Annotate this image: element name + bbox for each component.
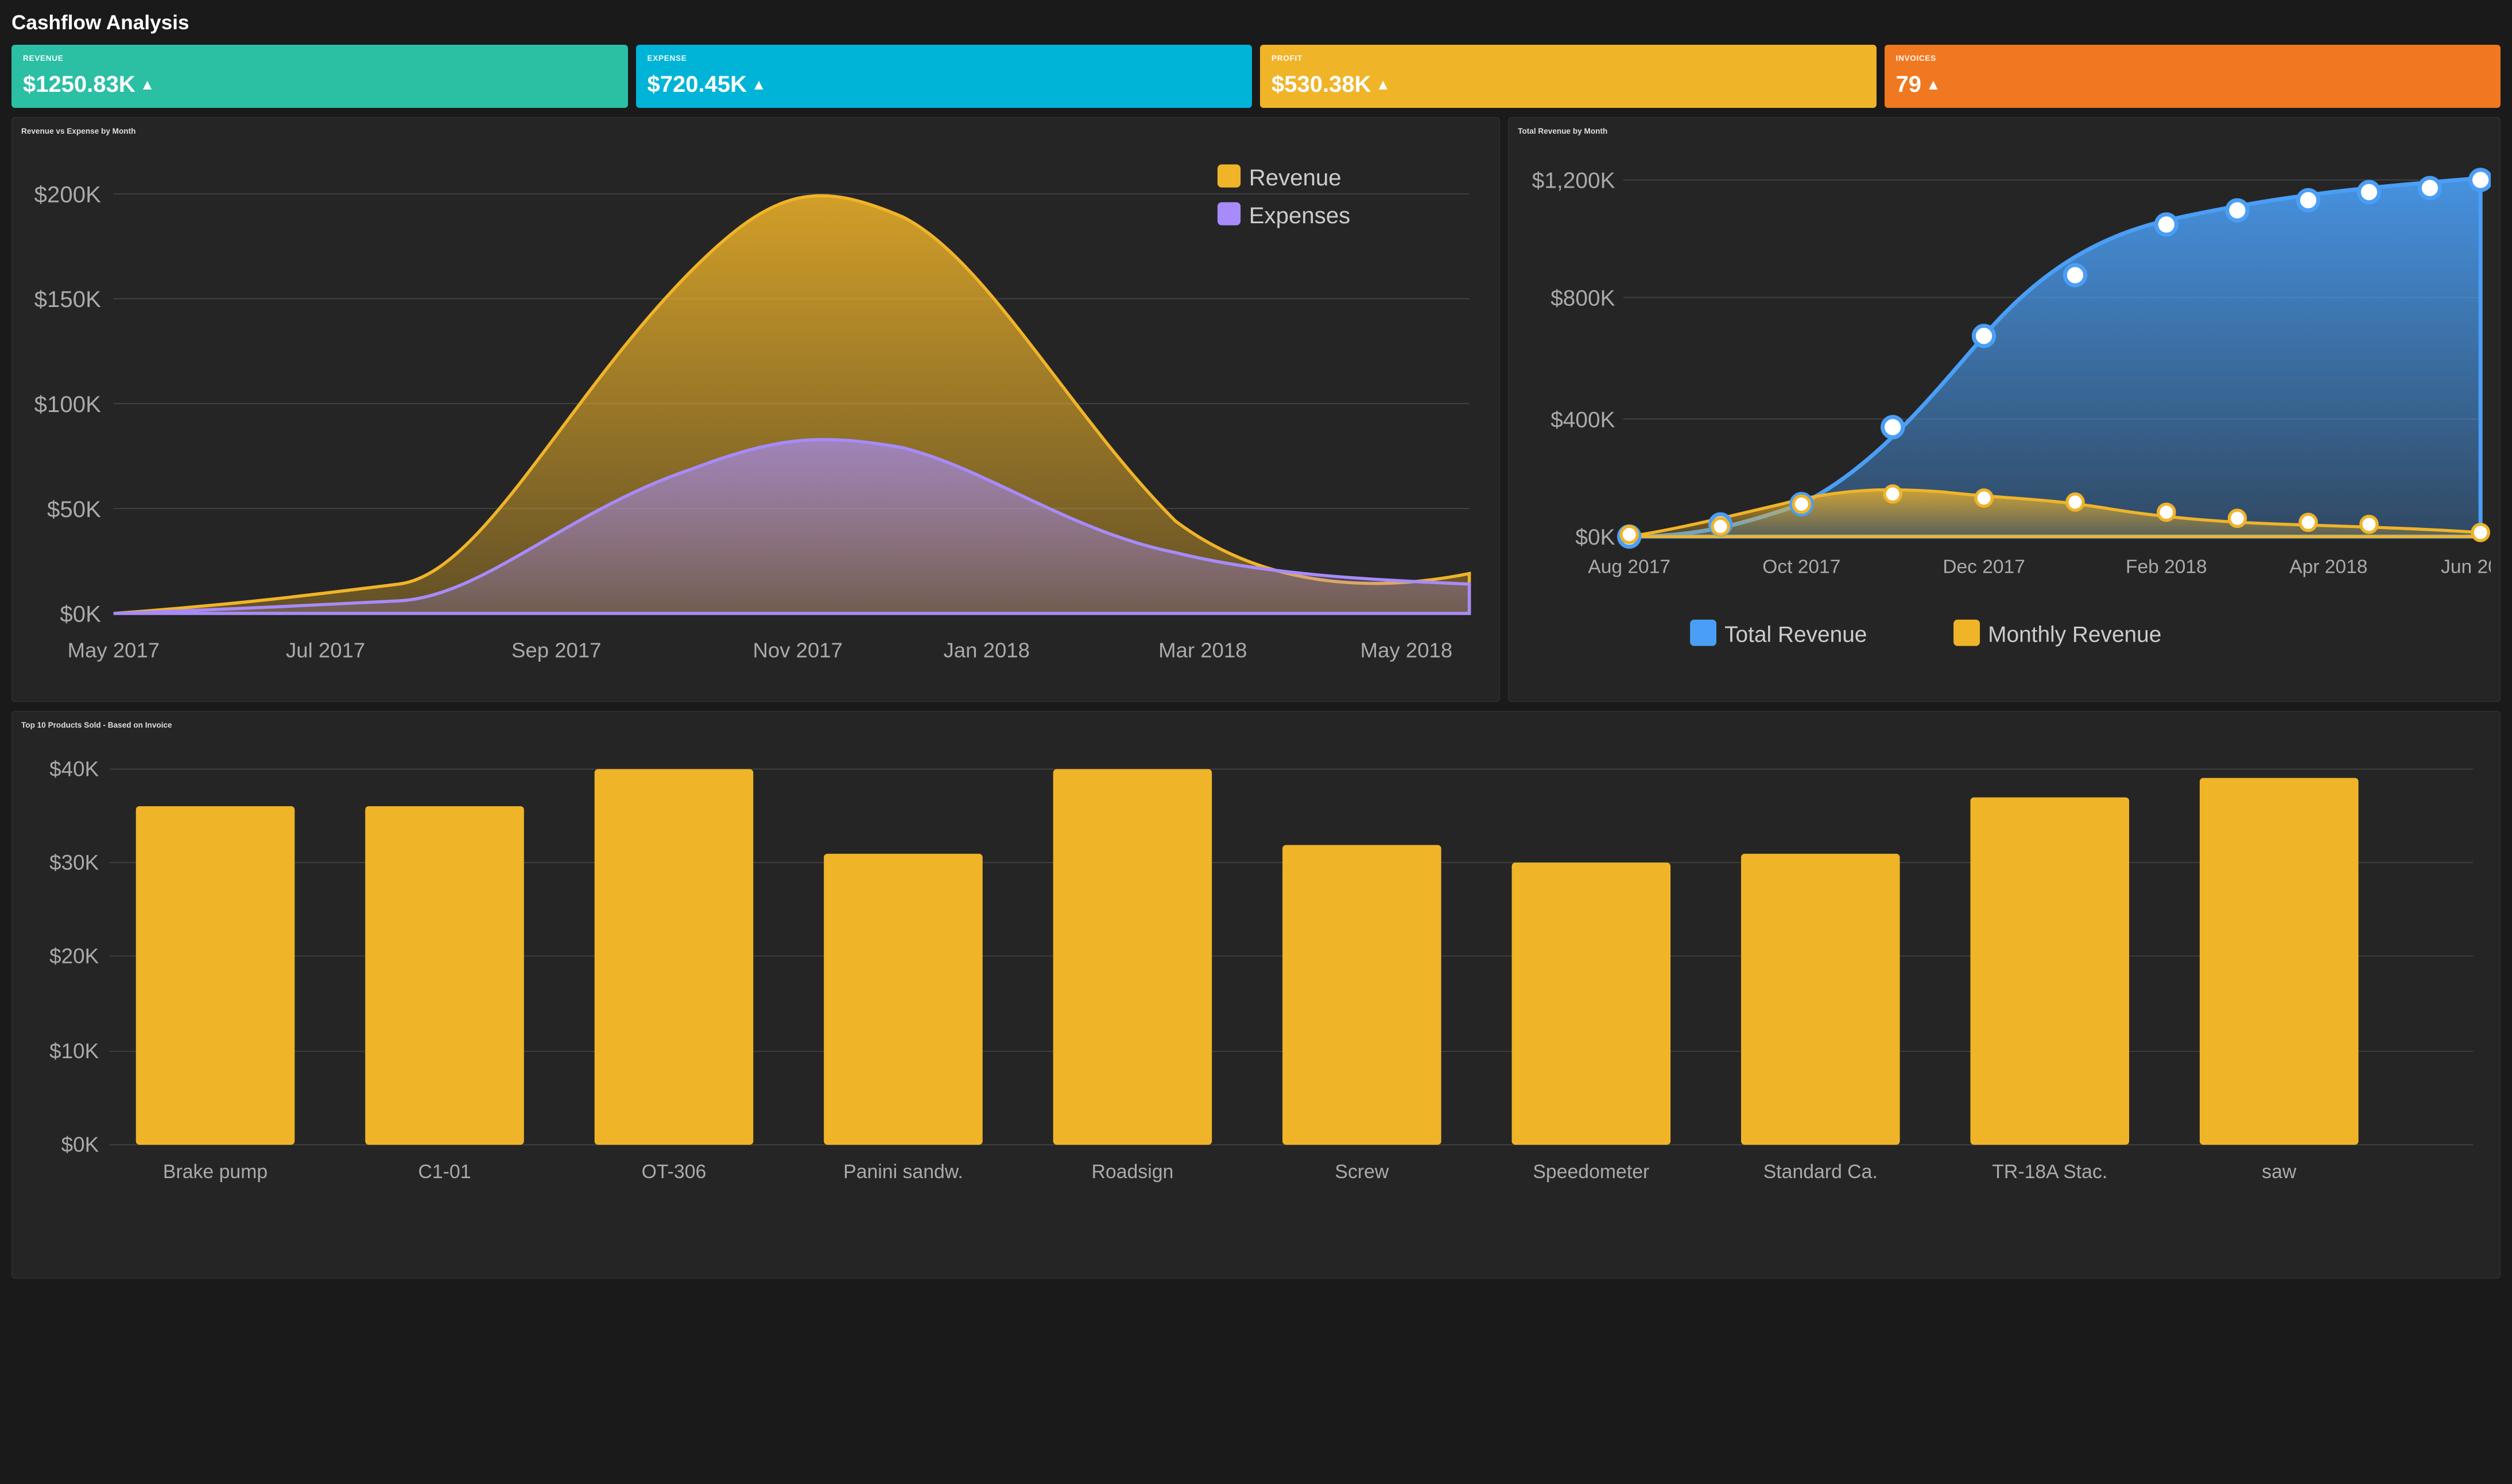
svg-text:$800K: $800K — [1550, 286, 1615, 310]
bar-brake-pump — [136, 806, 295, 1144]
svg-text:$200K: $200K — [34, 181, 101, 207]
bar-standard-ca — [1741, 853, 1900, 1144]
svg-text:Revenue: Revenue — [1249, 165, 1342, 191]
svg-text:$0K: $0K — [1576, 525, 1615, 550]
kpi-row: REVENUE $1250.83K ▲ EXPENSE $720.45K ▲ P… — [11, 45, 2501, 108]
page-title: Cashflow Analysis — [11, 11, 2501, 34]
kpi-arrow-profit: ▲ — [1375, 76, 1390, 94]
chart-total-revenue: Total Revenue by Month $1,200K $800K $40… — [1508, 117, 2501, 702]
svg-text:Nov 2017: Nov 2017 — [753, 639, 842, 662]
svg-text:Jun 2018: Jun 2018 — [2441, 557, 2491, 578]
chart1-svg: $200K $150K $100K $50K $0K — [21, 143, 1490, 689]
svg-text:Speedometer: Speedometer — [1533, 1161, 1649, 1183]
kpi-card-revenue: REVENUE $1250.83K ▲ — [11, 45, 628, 108]
kpi-card-expense: EXPENSE $720.45K ▲ — [636, 45, 1253, 108]
svg-text:$50K: $50K — [47, 496, 101, 522]
svg-text:May 2017: May 2017 — [68, 639, 160, 662]
chart2-svg: $1,200K $800K $400K $0K — [1518, 143, 2491, 670]
svg-text:$0K: $0K — [61, 1133, 99, 1156]
svg-text:$30K: $30K — [49, 850, 99, 874]
kpi-arrow-revenue: ▲ — [140, 76, 155, 94]
kpi-card-profit: PROFIT $530.38K ▲ — [1260, 45, 1877, 108]
bar-c1-01 — [365, 806, 524, 1144]
svg-text:Jan 2018: Jan 2018 — [944, 639, 1030, 662]
svg-text:Roadsign: Roadsign — [1092, 1161, 1174, 1183]
svg-text:$1,200K: $1,200K — [1532, 169, 1615, 193]
kpi-arrow-invoices: ▲ — [1926, 76, 1941, 94]
svg-text:Dec 2017: Dec 2017 — [1943, 557, 2026, 578]
bar-ot-306 — [595, 769, 754, 1145]
kpi-value-expense: $720.45K ▲ — [648, 72, 1241, 98]
kpi-label-expense: EXPENSE — [648, 54, 1241, 63]
kpi-label-invoices: INVOICES — [1896, 54, 2490, 63]
kpi-label-profit: PROFIT — [1271, 54, 1865, 63]
svg-text:C1-01: C1-01 — [418, 1161, 471, 1183]
svg-text:Sep 2017: Sep 2017 — [511, 639, 601, 662]
chart1-title: Revenue vs Expense by Month — [21, 127, 1490, 135]
bar-speedometer — [1512, 863, 1671, 1145]
svg-text:May 2018: May 2018 — [1360, 639, 1453, 662]
svg-text:Oct 2017: Oct 2017 — [1762, 557, 1840, 578]
svg-text:$150K: $150K — [34, 286, 101, 312]
svg-text:$100K: $100K — [34, 391, 101, 417]
svg-text:$20K: $20K — [49, 944, 99, 968]
kpi-card-invoices: INVOICES 79 ▲ — [1885, 45, 2501, 108]
svg-text:Mar 2018: Mar 2018 — [1158, 639, 1247, 662]
svg-text:Panini sandw.: Panini sandw. — [843, 1161, 963, 1183]
svg-text:$10K: $10K — [49, 1039, 99, 1063]
bar-screw — [1282, 845, 1441, 1144]
bar-saw — [2200, 778, 2359, 1144]
svg-text:OT-306: OT-306 — [642, 1161, 707, 1183]
kpi-value-revenue: $1250.83K ▲ — [23, 72, 617, 98]
bar-tr18a — [1970, 797, 2129, 1144]
charts-row: Revenue vs Expense by Month $200K $150K … — [11, 117, 2501, 702]
kpi-arrow-expense: ▲ — [751, 76, 766, 94]
bar-panini — [824, 853, 983, 1144]
chart3-svg: $40K $30K $20K $10K $0K Brake pump C1-01… — [21, 737, 2491, 1267]
chart3-title: Top 10 Products Sold - Based on Invoice — [21, 721, 2491, 729]
svg-text:Brake pump: Brake pump — [163, 1161, 268, 1183]
svg-text:Standard Ca.: Standard Ca. — [1763, 1161, 1878, 1183]
chart2-title: Total Revenue by Month — [1518, 127, 2491, 135]
svg-text:saw: saw — [2262, 1161, 2297, 1183]
svg-text:$400K: $400K — [1550, 407, 1615, 432]
svg-text:$40K: $40K — [49, 757, 99, 780]
svg-text:Aug 2017: Aug 2017 — [1588, 557, 1671, 578]
svg-text:Jul 2017: Jul 2017 — [286, 639, 365, 662]
svg-text:Total Revenue: Total Revenue — [1724, 623, 1867, 647]
svg-text:Apr 2018: Apr 2018 — [2289, 557, 2367, 578]
kpi-value-profit: $530.38K ▲ — [1271, 72, 1865, 98]
svg-text:Monthly Revenue: Monthly Revenue — [1988, 623, 2161, 647]
kpi-value-invoices: 79 ▲ — [1896, 72, 2490, 98]
svg-text:TR-18A Stac.: TR-18A Stac. — [1992, 1161, 2107, 1183]
kpi-label-revenue: REVENUE — [23, 54, 617, 63]
svg-text:Expenses: Expenses — [1249, 203, 1351, 228]
svg-text:Screw: Screw — [1335, 1161, 1389, 1183]
svg-text:Feb 2018: Feb 2018 — [2126, 557, 2207, 578]
svg-text:$0K: $0K — [60, 601, 101, 627]
chart-top-products: Top 10 Products Sold - Based on Invoice … — [11, 711, 2501, 1279]
chart-revenue-expense: Revenue vs Expense by Month $200K $150K … — [11, 117, 1500, 702]
bar-roadsign — [1053, 769, 1212, 1145]
